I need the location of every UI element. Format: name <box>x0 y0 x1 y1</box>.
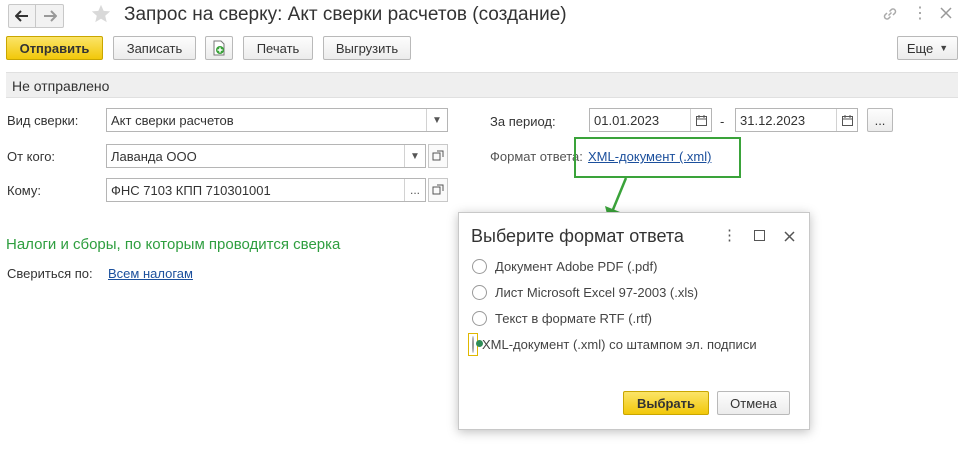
dropdown-caret-icon[interactable]: ▼ <box>426 109 447 131</box>
type-label: Вид сверки: <box>7 113 79 128</box>
from-value: Лаванда ООО <box>111 148 197 164</box>
open-from-button[interactable] <box>428 144 448 168</box>
save-button[interactable]: Записать <box>113 36 196 60</box>
close-icon[interactable] <box>784 230 795 245</box>
arrow-left-icon <box>15 10 28 22</box>
forward-button[interactable] <box>36 4 64 28</box>
open-window-icon <box>432 184 444 195</box>
format-option-pdf[interactable]: Документ Adobe PDF (.pdf) <box>472 259 657 274</box>
period-from-field[interactable]: 01.01.2023 <box>589 108 712 132</box>
link-icon[interactable] <box>882 6 898 25</box>
type-value: Акт сверки расчетов <box>111 112 234 128</box>
more-button[interactable]: Еще ▼ <box>897 36 958 60</box>
reconcile-label: Свериться по: <box>7 266 93 281</box>
from-select[interactable]: Лаванда ООО ▼ <box>106 144 426 168</box>
calendar-icon[interactable] <box>836 109 857 131</box>
radio-button[interactable] <box>472 259 487 274</box>
format-label: Формат ответа: <box>490 149 583 164</box>
period-from-value: 01.01.2023 <box>594 112 660 128</box>
maximize-icon[interactable] <box>754 230 765 241</box>
cancel-button[interactable]: Отмена <box>717 391 790 415</box>
calendar-icon[interactable] <box>690 109 711 131</box>
format-dialog: Выберите формат ответа ⋮ Документ Adobe … <box>458 212 810 430</box>
dropdown-caret-icon[interactable]: ▼ <box>404 145 425 167</box>
radio-button[interactable] <box>472 311 487 326</box>
back-button[interactable] <box>8 4 36 28</box>
option-label: Документ Adobe PDF (.pdf) <box>495 259 658 274</box>
status-bar: Не отправлено <box>6 72 958 98</box>
type-select[interactable]: Акт сверки расчетов ▼ <box>106 108 448 132</box>
reconcile-link[interactable]: Всем налогам <box>108 266 193 281</box>
status-text: Не отправлено <box>12 78 110 94</box>
period-select-button[interactable]: ... <box>867 108 893 132</box>
window-title: Запрос на сверку: Акт сверки расчетов (с… <box>124 4 567 25</box>
dialog-title: Выберите формат ответа <box>471 226 684 246</box>
to-value: ФНС 7103 КПП 710301001 <box>111 182 271 198</box>
print-button[interactable]: Печать <box>243 36 313 60</box>
more-vertical-icon[interactable]: ⋮ <box>722 226 737 244</box>
ellipsis-icon[interactable]: ... <box>404 179 425 201</box>
option-label: Лист Microsoft Excel 97-2003 (.xls) <box>495 285 699 300</box>
period-to-value: 31.12.2023 <box>740 112 806 128</box>
caret-down-icon: ▼ <box>939 43 949 53</box>
favorite-star-icon[interactable] <box>90 3 112 28</box>
more-vertical-icon[interactable]: ⋮ <box>912 3 928 23</box>
format-option-rtf[interactable]: Текст в формате RTF (.rtf) <box>472 311 652 326</box>
option-label: Текст в формате RTF (.rtf) <box>495 311 653 326</box>
send-button[interactable]: Отправить <box>6 36 103 60</box>
to-label: Кому: <box>7 183 41 198</box>
period-label: За период: <box>490 114 556 129</box>
radio-button-checked[interactable] <box>472 336 474 353</box>
arrow-right-icon <box>43 10 57 22</box>
close-icon[interactable] <box>940 7 952 22</box>
from-label: От кого: <box>7 149 56 164</box>
to-field[interactable]: ФНС 7103 КПП 710301001 ... <box>106 178 426 202</box>
radio-button[interactable] <box>472 285 487 300</box>
document-add-icon <box>213 40 225 56</box>
taxes-section-title: Налоги и сборы, по которым проводится св… <box>6 236 341 253</box>
more-button-label: Еще <box>906 40 934 56</box>
select-button[interactable]: Выбрать <box>623 391 709 415</box>
open-window-icon <box>432 150 444 161</box>
radio-focus-frame <box>468 333 478 356</box>
format-link[interactable]: XML-документ (.xml) <box>588 149 711 164</box>
save-and-close-button[interactable] <box>205 36 233 60</box>
period-to-field[interactable]: 31.12.2023 <box>735 108 858 132</box>
format-option-xml-signed[interactable]: XML-документ (.xml) со штампом эл. подпи… <box>468 333 757 356</box>
option-label: XML-документ (.xml) со штампом эл. подпи… <box>482 337 757 352</box>
format-option-xls[interactable]: Лист Microsoft Excel 97-2003 (.xls) <box>472 285 698 300</box>
period-separator: - <box>720 114 725 129</box>
open-to-button[interactable] <box>428 178 448 202</box>
export-button[interactable]: Выгрузить <box>323 36 411 60</box>
